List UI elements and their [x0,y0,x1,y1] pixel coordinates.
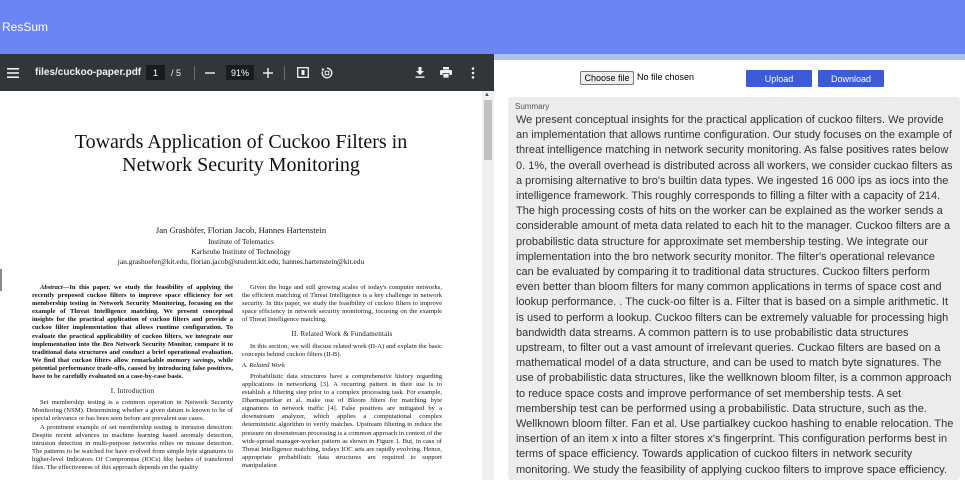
pdf-filename: files/cuckoo-paper.pdf [35,67,142,78]
abstract-text: In this paper, we study the feasibility … [32,284,233,381]
pdf-toolbar: files/cuckoo-paper.pdf 1 / 5 91% [0,54,494,91]
related-paragraph-1: In this section, we will discuss related… [242,342,442,358]
download-icon[interactable] [411,54,429,91]
plus-icon[interactable] [259,54,277,91]
pdf-scrollbar-thumb[interactable] [484,100,492,160]
zoom-input[interactable]: 91% [226,65,254,80]
upload-button[interactable]: Upload [746,70,812,87]
toolbar-divider [284,66,285,80]
page-number-input[interactable]: 1 [146,65,165,80]
abstract-lead: Abstract— [40,284,70,291]
page-separator: / [170,67,174,78]
scroll-up-arrow-icon[interactable]: ▲ [484,92,490,98]
panel-accent-stripe [494,54,965,60]
more-vert-icon[interactable] [464,54,482,91]
choose-file-button[interactable]: Choose file [580,71,634,85]
menu-icon[interactable] [4,54,22,91]
section-related-work-heading: II. Related Work & Fundamentals [291,330,393,339]
intro-paragraph-3: Given the huge and still growing scales … [242,284,442,324]
paper-abstract: Abstract—In this paper, we study the fea… [32,284,233,381]
pdf-page: Towards Application of Cuckoo Filters in… [0,91,482,480]
paper-title-line1: Towards Application of Cuckoo Filters in [74,131,408,153]
file-status-text: No file chosen [637,72,695,82]
summary-text: We present conceptual insights for the p… [516,114,954,480]
paper-emails: jan.grashoefer@kit.edu, florian.jacob@st… [117,257,365,266]
page-total: 5 [176,67,182,78]
section-introduction-heading: I. Introduction [110,387,155,396]
app-title: ResSum [2,20,49,34]
fit-page-icon[interactable] [294,54,312,91]
print-icon[interactable] [437,54,455,91]
paper-affiliation-1: Institute of Telematics [208,237,274,246]
paper-authors: Jan Grashöfer, Florian Jacob, Hannes Har… [155,225,327,235]
summary-label: Summary [515,102,550,111]
page-edge-marker [0,269,2,291]
paper-title-line2: Network Security Monitoring [122,154,360,176]
intro-paragraph-2: A prominent example of set membership te… [32,423,233,471]
app-header: ResSum [0,0,965,54]
pdf-viewer: files/cuckoo-paper.pdf 1 / 5 91% Towards… [0,54,494,480]
minus-icon[interactable] [201,54,219,91]
paper-column-left: Abstract—In this paper, we study the fea… [32,284,233,480]
rotate-icon[interactable] [318,54,336,91]
summary-panel[interactable]: Summary We present conceptual insights f… [508,97,960,480]
paper-title: Towards Application of Cuckoo Filters in… [0,131,482,177]
paper-affiliation-2: Karlsruhe Institute of Technology [191,247,291,256]
download-button[interactable]: Download [818,70,884,87]
toolbar-divider [194,66,195,80]
page-count: / 5 [167,54,185,91]
subsection-related-work: A. Related Work [242,361,285,369]
intro-paragraph-1: Set membership testing is a common opera… [32,399,233,423]
related-paragraph-2: Probabilistic data structures have a com… [242,372,442,469]
paper-column-right: Given the huge and still growing scales … [242,284,442,480]
